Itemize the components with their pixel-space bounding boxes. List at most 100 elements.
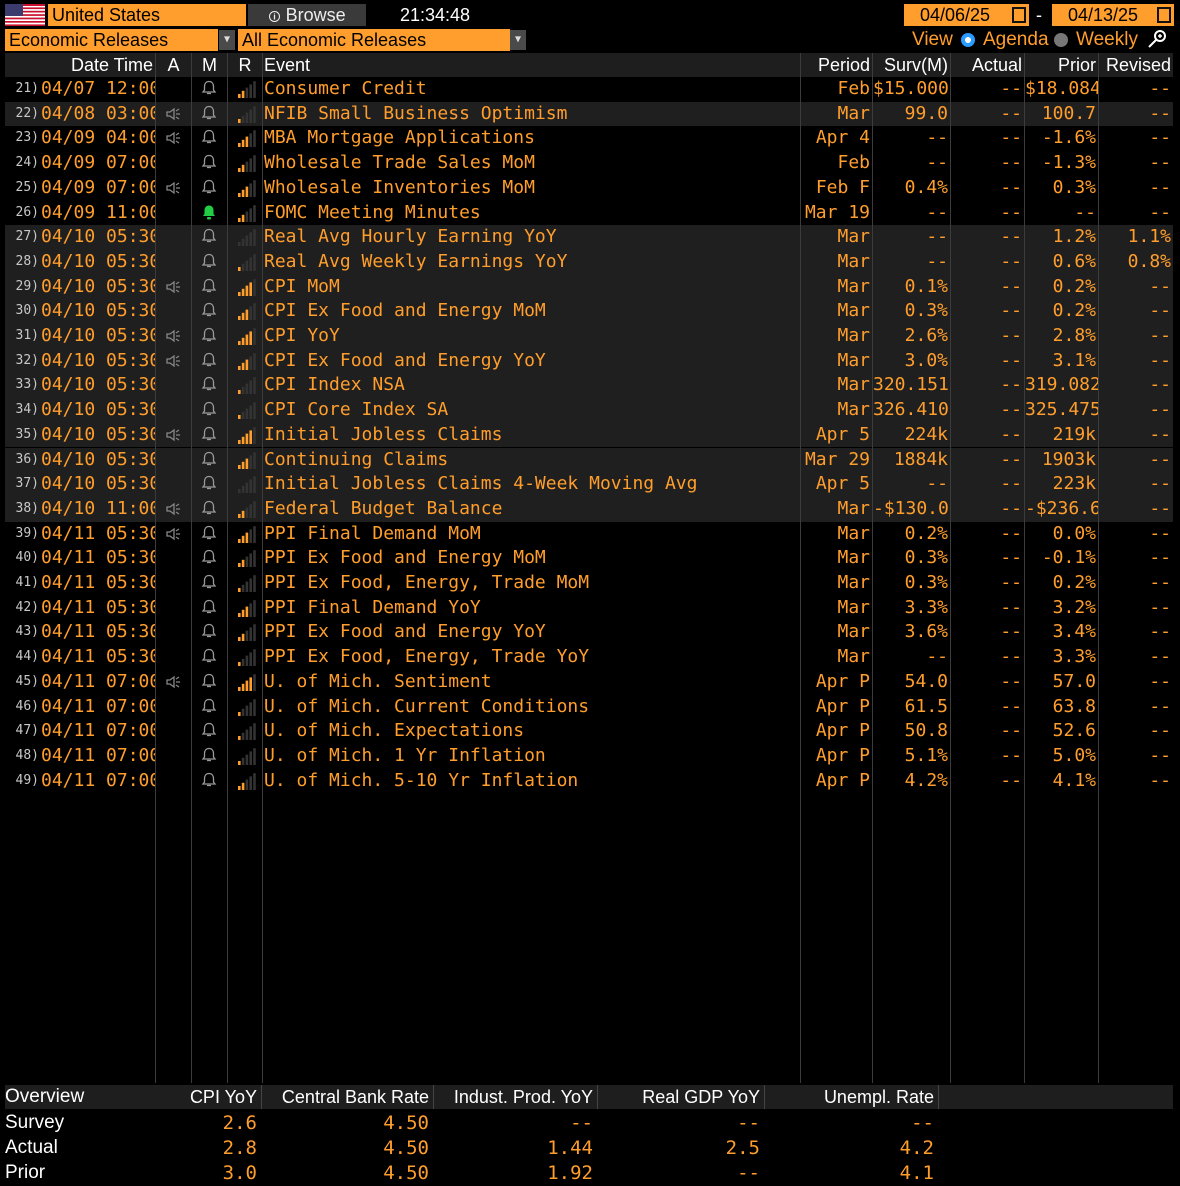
table-row[interactable]: 41) 04/11 05:30 PPI Ex Food, Energy, Trade…	[5, 571, 1173, 596]
table-row[interactable]: 32) 04/10 05:30 CPI Ex Food and Energy YoY…	[5, 348, 1173, 374]
table-row[interactable]: 43) 04/11 05:30 PPI Ex Food and Energy YoY…	[5, 620, 1173, 645]
bell-icon[interactable]	[201, 228, 217, 245]
speaker-icon[interactable]	[165, 106, 183, 122]
table-row[interactable]: 42) 04/11 05:30 PPI Final Demand YoY Mar 3.3…	[5, 596, 1173, 621]
col-event[interactable]: Event	[263, 53, 800, 77]
bell-icon[interactable]	[201, 401, 217, 418]
table-row[interactable]: 38) 04/10 11:00 Federal Budget Balance Mar -…	[5, 496, 1173, 522]
table-row[interactable]: 47) 04/11 07:00 U. of Mich. Expectations Ap…	[5, 719, 1173, 744]
overview-header[interactable]: Unempl. Rate	[766, 1085, 934, 1109]
overview-header[interactable]: Central Bank Rate	[263, 1085, 429, 1109]
speaker-icon[interactable]	[165, 526, 183, 542]
row-event[interactable]: PPI Final Demand YoY	[263, 596, 800, 621]
view-agenda-label[interactable]: Agenda	[983, 29, 1053, 51]
row-event[interactable]: U. of Mich. Current Conditions	[263, 695, 800, 720]
speaker-icon[interactable]	[165, 130, 183, 146]
col-relevance[interactable]: R	[228, 53, 262, 77]
bell-icon[interactable]	[201, 549, 217, 566]
bell-icon[interactable]	[201, 500, 217, 517]
speaker-icon[interactable]	[165, 427, 183, 443]
row-event[interactable]: Consumer Credit	[263, 77, 800, 102]
table-row[interactable]: 27) 04/10 05:30 Real Avg Hourly Earning Yo…	[5, 225, 1173, 250]
row-event[interactable]: CPI Index NSA	[263, 373, 800, 398]
table-row[interactable]: 25) 04/09 07:00 Wholesale Inventories MoM F…	[5, 176, 1173, 201]
table-row[interactable]: 49) 04/11 07:00 U. of Mich. 5-10 Yr Inflat…	[5, 769, 1173, 794]
row-event[interactable]: Initial Jobless Claims 4-Week Moving Avg	[263, 472, 800, 497]
row-event[interactable]: Real Avg Weekly Earnings YoY	[263, 250, 800, 275]
table-row[interactable]: 22) 04/08 03:00 NFIB Small Business Optimi…	[5, 101, 1173, 127]
bell-icon[interactable]	[201, 648, 217, 665]
row-event[interactable]: U. of Mich. 1 Yr Inflation	[263, 744, 800, 769]
chevron-down-icon[interactable]: ▼	[219, 30, 235, 50]
table-row[interactable]: 26) 04/09 11:00 FOMC Meeting Minutes Mar 19…	[5, 201, 1173, 226]
bell-icon[interactable]	[201, 525, 217, 542]
bell-icon[interactable]	[201, 747, 217, 764]
row-event[interactable]: Initial Jobless Claims	[263, 423, 800, 448]
date-to-field[interactable]: 04/13/25	[1052, 4, 1174, 26]
table-row[interactable]: 44) 04/11 05:30 PPI Ex Food, Energy, Trade…	[5, 645, 1173, 670]
col-actual[interactable]: Actual	[951, 53, 1024, 77]
row-event[interactable]: Wholesale Inventories MoM	[263, 176, 800, 201]
table-row[interactable]: 21)04/07 12:00 Consumer Credit Feb$15.000b…	[5, 77, 1173, 102]
row-event[interactable]: Wholesale Trade Sales MoM	[263, 151, 800, 176]
browse-button[interactable]: 🛈 Browse	[248, 4, 366, 26]
overview-header[interactable]: Indust. Prod. YoY	[435, 1085, 593, 1109]
bell-icon[interactable]	[201, 352, 217, 369]
bell-icon[interactable]	[201, 278, 217, 295]
radio-weekly-icon[interactable]	[1054, 33, 1068, 47]
row-event[interactable]: U. of Mich. Sentiment	[263, 670, 800, 695]
row-event[interactable]: U. of Mich. Expectations	[263, 719, 800, 744]
bell-icon[interactable]	[201, 154, 217, 171]
table-row[interactable]: 30) 04/10 05:30 CPI Ex Food and Energy MoM…	[5, 299, 1173, 324]
bell-icon[interactable]	[201, 475, 217, 492]
table-row[interactable]: 46) 04/11 07:00 U. of Mich. Current Condit…	[5, 695, 1173, 720]
table-row[interactable]: 40) 04/11 05:30 PPI Ex Food and Energy MoM…	[5, 546, 1173, 571]
bell-icon[interactable]	[201, 204, 217, 221]
row-event[interactable]: CPI YoY	[263, 324, 800, 349]
row-event[interactable]: PPI Ex Food and Energy YoY	[263, 620, 800, 645]
bell-icon[interactable]	[201, 722, 217, 739]
bell-icon[interactable]	[201, 698, 217, 715]
row-event[interactable]: U. of Mich. 5-10 Yr Inflation	[263, 769, 800, 794]
row-event[interactable]: CPI Core Index SA	[263, 398, 800, 423]
table-row[interactable]: 28) 04/10 05:30 Real Avg Weekly Earnings Y…	[5, 249, 1173, 275]
bell-icon[interactable]	[201, 426, 217, 443]
col-survey[interactable]: Surv(M)	[873, 53, 950, 77]
calendar-icon[interactable]	[1012, 7, 1026, 23]
date-from-field[interactable]: 04/06/25	[904, 4, 1029, 26]
bell-icon[interactable]	[201, 574, 217, 591]
row-event[interactable]: PPI Ex Food, Energy, Trade MoM	[263, 571, 800, 596]
speaker-icon[interactable]	[165, 180, 183, 196]
bell-icon[interactable]	[201, 327, 217, 344]
col-alarm[interactable]: A	[156, 53, 191, 77]
bell-icon[interactable]	[201, 772, 217, 789]
bell-icon[interactable]	[201, 129, 217, 146]
bell-icon[interactable]	[201, 105, 217, 122]
row-event[interactable]: FOMC Meeting Minutes	[263, 201, 800, 226]
speaker-icon[interactable]	[165, 279, 183, 295]
table-row[interactable]: 39) 04/11 05:30 PPI Final Demand MoM Mar 0.2…	[5, 522, 1173, 547]
table-row[interactable]: 29) 04/10 05:30 CPI MoM Mar 0.1% -- 0.2% --	[5, 274, 1173, 300]
row-event[interactable]: Real Avg Hourly Earning YoY	[263, 225, 800, 250]
table-row[interactable]: 36) 04/10 05:30 Continuing Claims Mar 29 188…	[5, 447, 1173, 473]
speaker-icon[interactable]	[165, 674, 183, 690]
table-row[interactable]: 48) 04/11 07:00 U. of Mich. 1 Yr Inflation…	[5, 744, 1173, 769]
table-row[interactable]: 37) 04/10 05:30 Initial Jobless Claims 4-W…	[5, 472, 1173, 497]
row-event[interactable]: MBA Mortgage Applications	[263, 126, 800, 151]
bell-icon[interactable]	[201, 451, 217, 468]
overview-header[interactable]: Real GDP YoY	[599, 1085, 760, 1109]
row-event[interactable]: CPI MoM	[263, 275, 800, 300]
table-row[interactable]: 23) 04/09 04:00 MBA Mortgage Applications A…	[5, 126, 1173, 151]
bell-icon[interactable]	[201, 599, 217, 616]
speaker-icon[interactable]	[165, 501, 183, 517]
table-row[interactable]: 45) 04/11 07:00 U. of Mich. Sentiment Apr P…	[5, 670, 1173, 695]
table-row[interactable]: 31) 04/10 05:30 CPI YoY Mar 2.6% -- 2.8% --	[5, 324, 1173, 349]
speaker-icon[interactable]	[165, 328, 183, 344]
table-row[interactable]: 33) 04/10 05:30 CPI Index NSA Mar 320.151 -- 3…	[5, 373, 1173, 399]
speaker-icon[interactable]	[165, 353, 183, 369]
col-prior[interactable]: Prior	[1025, 53, 1098, 77]
row-event[interactable]: PPI Ex Food, Energy, Trade YoY	[263, 645, 800, 670]
events-filter-dropdown[interactable]: All Economic Releases	[238, 29, 510, 51]
zoom-icon[interactable]	[1146, 28, 1170, 50]
col-datetime[interactable]: Date Time	[5, 53, 155, 77]
